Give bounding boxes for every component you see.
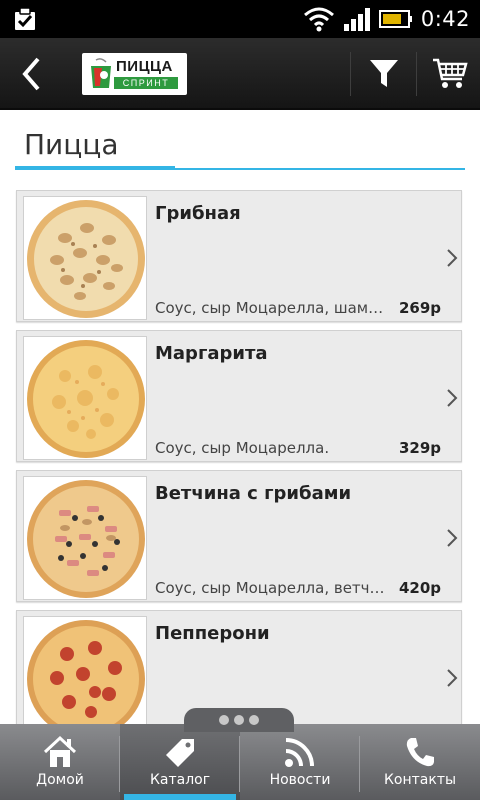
product-name: Грибная [155, 203, 241, 224]
product-card[interactable]: Грибная Соус, сыр Моцарелла, шампиньоны … [16, 190, 462, 322]
product-card[interactable]: Ветчина с грибами Соус, сыр Моцарелла, в… [16, 470, 462, 602]
product-image [23, 616, 147, 740]
nav-divider [239, 736, 240, 792]
product-price: 420р [399, 579, 442, 597]
rss-icon [285, 738, 314, 767]
chevron-right-icon [447, 389, 458, 407]
nav-divider [119, 736, 120, 792]
chevron-right-icon [447, 249, 458, 267]
pizza-ham-mushroom-image [27, 480, 145, 598]
nav-label: Домой [36, 772, 84, 788]
title-underline-accent [15, 166, 175, 170]
nav-item-home[interactable]: Домой [0, 724, 120, 800]
pizza-margarita-image [27, 340, 145, 458]
product-image [23, 476, 147, 600]
status-bar: 0:42 [0, 0, 480, 38]
product-description: Соус, сыр Моцарелла. [155, 439, 330, 457]
nav-label: Новости [269, 772, 331, 788]
chevron-right-icon [447, 529, 458, 547]
nav-label: Контакты [383, 772, 457, 788]
tag-icon [166, 739, 194, 767]
product-description: Соус, сыр Моцарелла, ветчина [155, 579, 387, 597]
brand-logo[interactable]: ПИЦЦА СПРИНТ [82, 53, 187, 95]
action-bar-divider [350, 52, 351, 96]
drawer-handle[interactable] [184, 708, 294, 732]
product-list: Грибная Соус, сыр Моцарелла, шампиньоны … [16, 190, 462, 750]
chevron-right-icon [447, 669, 458, 687]
handle-dot [249, 715, 259, 725]
product-image [23, 336, 147, 460]
action-bar: ПИЦЦА СПРИНТ [0, 38, 480, 110]
product-image [23, 196, 147, 320]
back-arrow-icon [22, 57, 40, 91]
notification-check-icon [15, 7, 35, 30]
signal-icon [343, 8, 370, 31]
back-button[interactable] [8, 38, 54, 110]
logo-title: ПИЦЦА [116, 58, 173, 75]
nav-item-catalog[interactable]: Каталог [120, 724, 240, 800]
product-name: Маргарита [155, 343, 268, 364]
product-description: Соус, сыр Моцарелла, шампиньоны [155, 299, 387, 317]
filter-icon [370, 60, 398, 87]
product-name: Пепперони [155, 623, 270, 644]
status-clock: 0:42 [420, 7, 470, 31]
bottom-navigation: Домой Каталог Новости Контакты [0, 724, 480, 800]
action-bar-divider [416, 52, 417, 96]
phone-icon [406, 738, 434, 767]
wifi-icon [303, 7, 334, 32]
pizza-pepperoni-image [27, 620, 145, 738]
nav-item-contacts[interactable]: Контакты [360, 724, 480, 800]
logo-subtitle: СПРИНТ [122, 78, 170, 88]
battery-icon [378, 10, 412, 28]
product-price: 269р [399, 299, 442, 317]
cart-icon [433, 58, 468, 88]
handle-dot [234, 715, 244, 725]
logo-emblem-icon [91, 58, 111, 88]
page-title: Пицца [24, 128, 119, 161]
cart-button[interactable] [418, 38, 480, 110]
pizza-mushroom-image [27, 200, 145, 318]
nav-divider [359, 736, 360, 792]
handle-dot [219, 715, 229, 725]
nav-label: Каталог [149, 772, 211, 788]
nav-item-news[interactable]: Новости [240, 724, 360, 800]
filter-button[interactable] [352, 38, 416, 110]
product-price: 329р [399, 439, 442, 457]
product-card[interactable]: Маргарита Соус, сыр Моцарелла. 329р [16, 330, 462, 462]
home-icon [43, 735, 77, 767]
product-name: Ветчина с грибами [155, 483, 352, 504]
